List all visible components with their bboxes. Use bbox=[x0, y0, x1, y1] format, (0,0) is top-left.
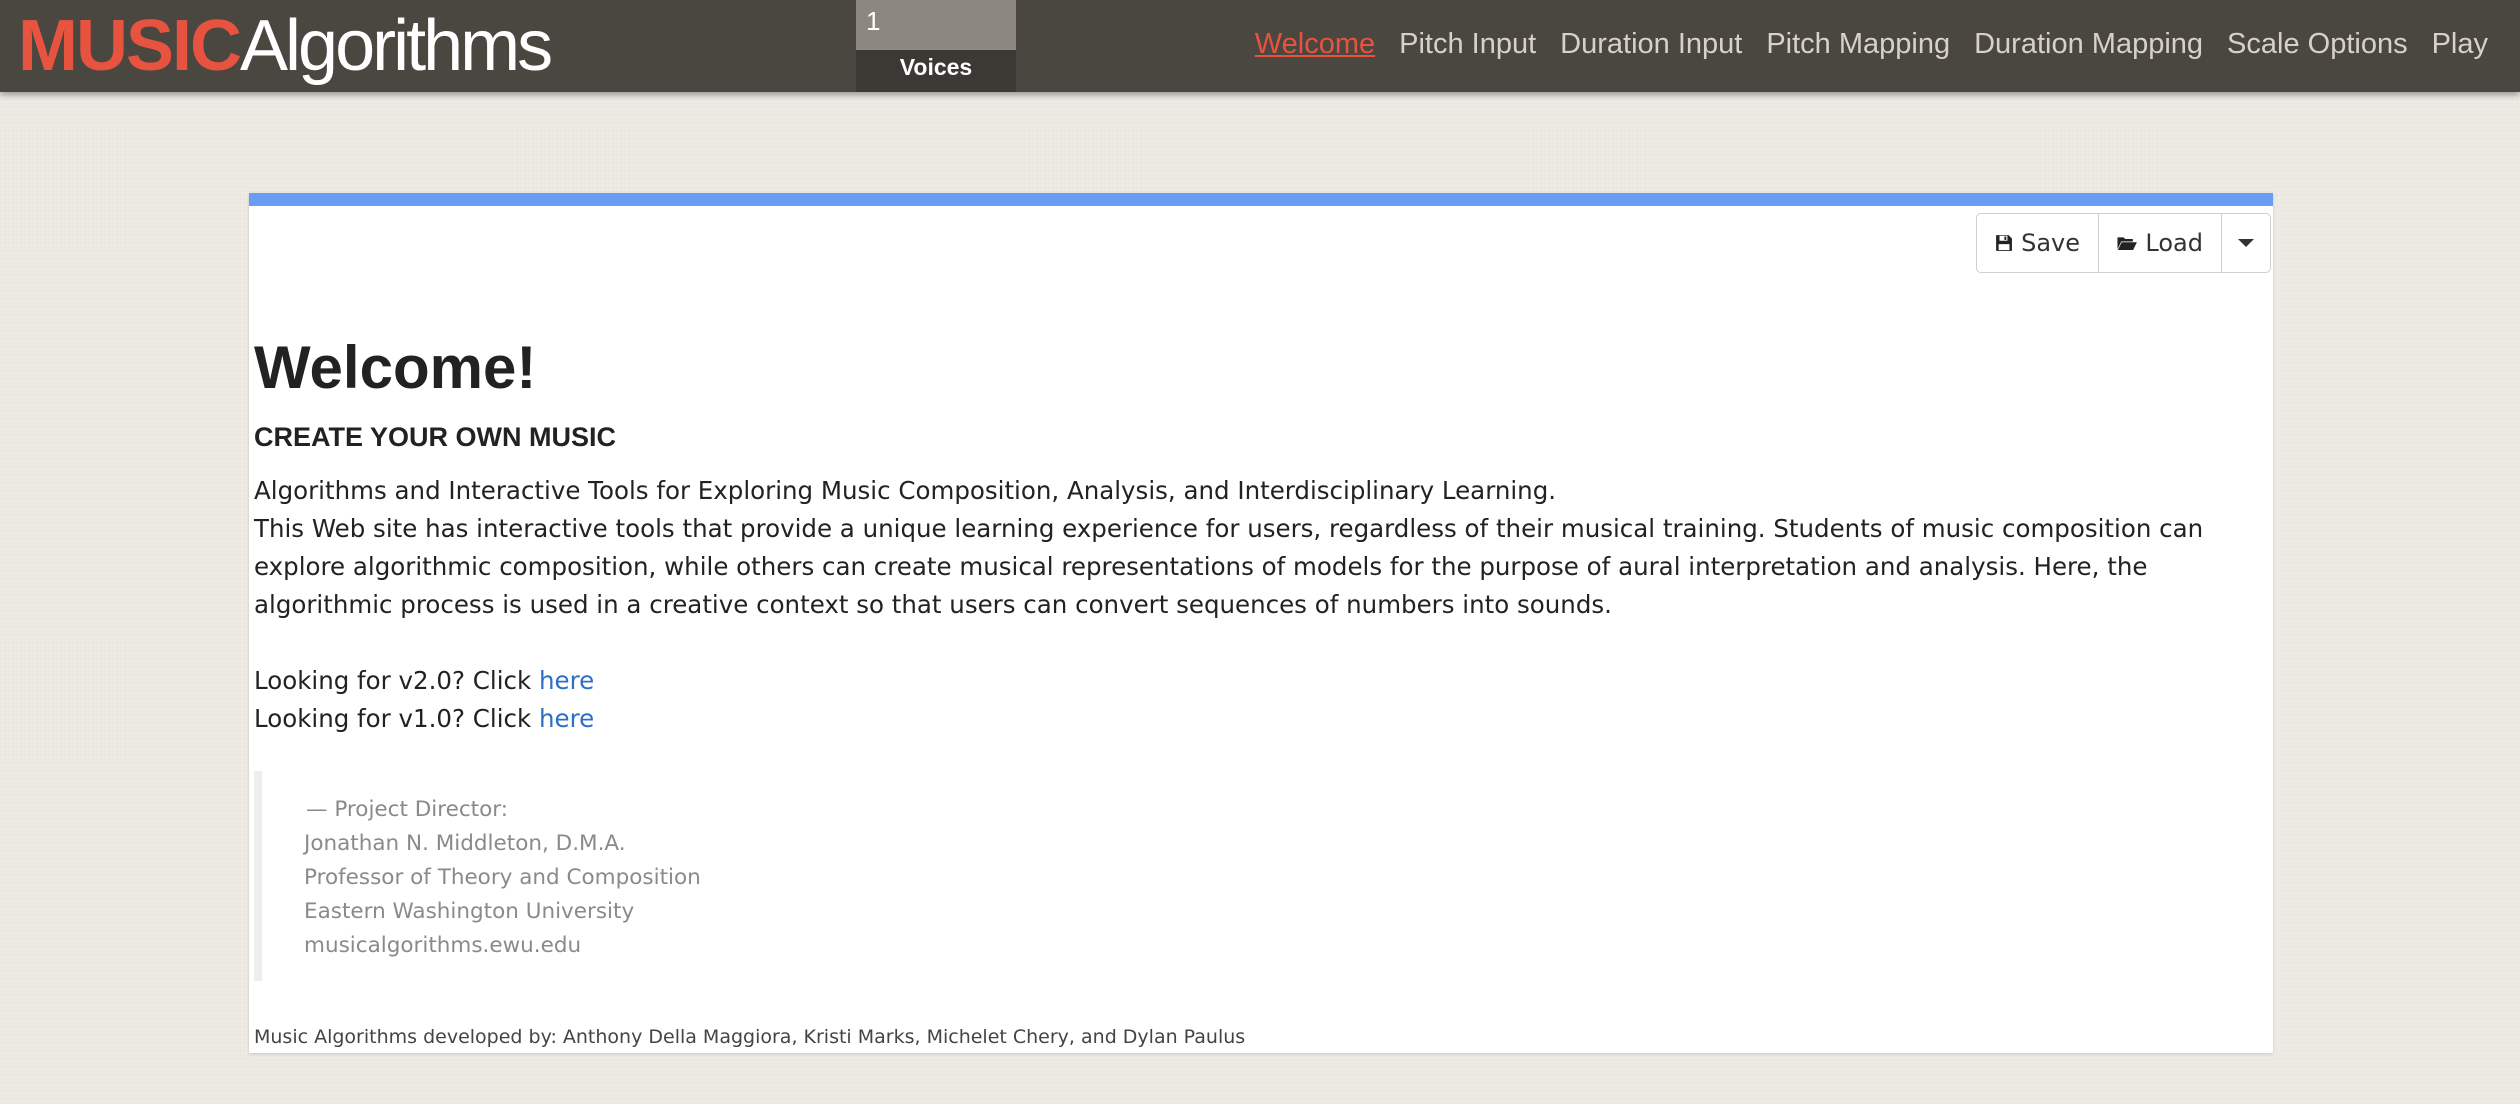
save-button[interactable]: Save bbox=[1977, 214, 2098, 272]
nav-welcome[interactable]: Welcome bbox=[1255, 28, 1375, 61]
credits-blockquote: — Project Director: Jonathan N. Middleto… bbox=[254, 771, 854, 981]
brand-logo-music: MUSIC bbox=[18, 6, 242, 86]
brand-logo[interactable]: MUSICAlgorithms bbox=[18, 2, 553, 90]
v1-prefix: Looking for v1.0? Click bbox=[254, 704, 539, 733]
director-label: — Project Director: bbox=[306, 797, 508, 822]
intro-section: Algorithms and Interactive Tools for Exp… bbox=[254, 472, 2268, 738]
v2-prefix: Looking for v2.0? Click bbox=[254, 666, 539, 695]
voices-label: Voices bbox=[899, 54, 973, 80]
save-load-button-group: Save Load bbox=[1976, 213, 2271, 273]
director-title: Professor of Theory and Composition bbox=[304, 865, 701, 890]
voices-control: 1 Voices bbox=[856, 0, 1016, 92]
nav-play[interactable]: Play bbox=[2432, 28, 2488, 61]
brand-logo-algorithms: Algorithms bbox=[240, 6, 553, 86]
director-name: Jonathan N. Middleton, D.M.A. bbox=[304, 831, 626, 856]
voices-input[interactable]: 1 bbox=[856, 0, 1016, 50]
nav-scale-options[interactable]: Scale Options bbox=[2227, 28, 2408, 61]
nav-duration-input[interactable]: Duration Input bbox=[1560, 28, 1742, 61]
save-button-label: Save bbox=[2021, 229, 2080, 257]
v2-link[interactable]: here bbox=[539, 666, 594, 695]
page-subtitle: CREATE YOUR OWN MUSIC bbox=[254, 422, 617, 452]
load-button-label: Load bbox=[2145, 229, 2203, 257]
nav-duration-mapping[interactable]: Duration Mapping bbox=[1974, 28, 2203, 61]
welcome-panel: Save Load Welcome! CREATE YOUR OWN MUSIC… bbox=[249, 193, 2273, 1053]
top-navbar: MUSICAlgorithms 1 Voices Welcome Pitch I… bbox=[0, 0, 2520, 92]
folder-open-icon bbox=[2117, 237, 2137, 250]
nav-pitch-input[interactable]: Pitch Input bbox=[1399, 28, 1536, 61]
main-nav: Welcome Pitch Input Duration Input Pitch… bbox=[1255, 0, 2488, 88]
caret-down-icon bbox=[2238, 239, 2254, 247]
floppy-disk-icon bbox=[1996, 235, 2012, 251]
description-text: This Web site has interactive tools that… bbox=[254, 514, 2204, 619]
v2-line: Looking for v2.0? Click here bbox=[254, 662, 2268, 700]
load-button[interactable]: Load bbox=[2098, 214, 2221, 272]
project-website: musicalgorithms.ewu.edu bbox=[304, 933, 582, 958]
intro-text: Algorithms and Interactive Tools for Exp… bbox=[254, 476, 1557, 505]
v1-link[interactable]: here bbox=[539, 704, 594, 733]
page-title: Welcome! bbox=[254, 334, 537, 401]
developers-footer: Music Algorithms developed by: Anthony D… bbox=[254, 1026, 1246, 1048]
v1-line: Looking for v1.0? Click here bbox=[254, 700, 2268, 738]
director-university: Eastern Washington University bbox=[304, 899, 635, 924]
options-dropdown-button[interactable] bbox=[2221, 214, 2270, 272]
nav-pitch-mapping[interactable]: Pitch Mapping bbox=[1766, 28, 1950, 61]
